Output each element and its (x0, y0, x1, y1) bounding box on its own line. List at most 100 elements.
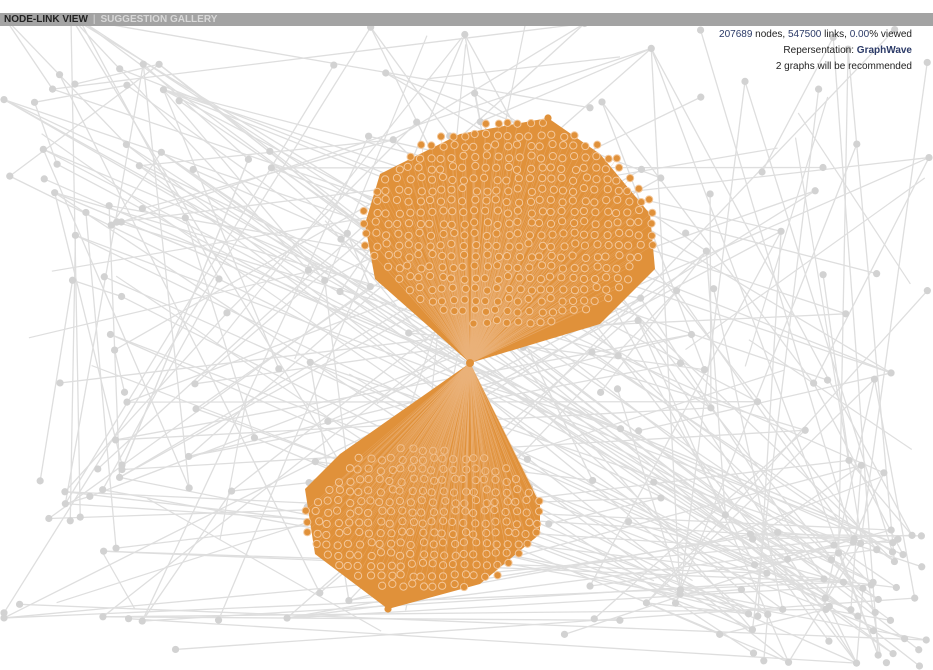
highlighted-node (625, 262, 634, 271)
background-node (106, 330, 115, 339)
nodes-label: nodes, (752, 29, 788, 40)
background-node (115, 473, 124, 482)
highlighted-node (492, 283, 501, 293)
background-node (283, 614, 291, 622)
highlighted-node (547, 130, 556, 139)
highlighted-node (481, 163, 490, 172)
background-node (266, 147, 274, 155)
highlighted-node (458, 197, 467, 206)
highlighted-node (536, 285, 545, 294)
highlighted-node (513, 308, 522, 317)
hub-node (466, 359, 474, 367)
background-node (389, 136, 397, 144)
highlighted-node (428, 207, 437, 216)
highlighted-node (492, 316, 502, 325)
highlighted-node (492, 241, 501, 251)
highlighted-node (548, 152, 557, 161)
view-tab-bar: NODE-LINK VIEW | SUGGESTION GALLERY (0, 13, 933, 26)
background-node (107, 221, 115, 229)
background-node (53, 160, 61, 168)
background-node (100, 547, 108, 555)
tab-suggestion-gallery[interactable]: SUGGESTION GALLERY (101, 14, 218, 25)
highlighted-node (581, 153, 590, 162)
highlighted-node (471, 153, 480, 162)
highlighted-node (513, 217, 522, 226)
background-node (873, 546, 881, 554)
highlighted-node (472, 538, 481, 547)
highlighted-node (483, 142, 492, 151)
highlighted-node (614, 186, 623, 195)
highlighted-node (626, 253, 635, 262)
highlighted-node (582, 173, 592, 182)
highlighted-node (603, 231, 612, 240)
background-node (842, 310, 850, 318)
highlighted-node (634, 217, 643, 227)
highlighted-node (450, 140, 459, 149)
highlighted-node (470, 206, 479, 215)
highlighted-node (427, 165, 436, 174)
background-node (635, 427, 643, 435)
background-node (820, 575, 828, 583)
highlighted-node (581, 141, 590, 151)
highlighted-node (513, 229, 522, 238)
background-node (637, 165, 646, 173)
highlighted-node (381, 186, 390, 195)
background-node (215, 275, 223, 283)
highlighted-node (645, 195, 654, 204)
background-node (250, 434, 259, 442)
background-node (68, 276, 77, 284)
recommendation-line: 2 graphs will be recommended (719, 59, 912, 75)
highlighted-node (493, 220, 502, 230)
highlighted-node (502, 197, 511, 207)
background-node (830, 541, 838, 549)
highlighted-node (479, 173, 489, 182)
highlighted-node (570, 207, 579, 217)
highlighted-node (581, 305, 591, 314)
background-node (873, 270, 881, 278)
background-edge (128, 618, 857, 664)
highlighted-node (503, 132, 512, 141)
highlighted-node (335, 528, 344, 537)
highlighted-node (377, 571, 386, 580)
background-node (890, 557, 899, 566)
background-node (700, 366, 709, 374)
highlighted-node (515, 132, 524, 142)
highlighted-node (505, 231, 514, 240)
highlighted-node (459, 241, 468, 251)
highlighted-node (384, 220, 393, 229)
highlighted-node (448, 175, 457, 185)
background-node (741, 77, 749, 86)
highlighted-node (503, 306, 512, 316)
highlighted-node (458, 306, 467, 315)
highlighted-node (415, 283, 424, 292)
highlighted-node (404, 240, 413, 249)
highlighted-node (471, 195, 480, 204)
background-edge (794, 137, 881, 655)
background-node (839, 578, 848, 586)
highlighted-node (416, 294, 425, 304)
highlighted-node (459, 151, 468, 160)
highlighted-node (612, 154, 621, 163)
background-node (810, 379, 818, 387)
highlighted-node (505, 284, 514, 294)
background-node (523, 455, 532, 463)
background-node (337, 235, 345, 243)
tab-node-link-view[interactable]: NODE-LINK VIEW (4, 14, 88, 25)
background-node (598, 98, 606, 106)
background-node (586, 104, 594, 112)
highlighted-node (450, 306, 459, 316)
highlighted-node (601, 165, 610, 174)
highlighted-node (494, 152, 503, 161)
background-node (71, 231, 80, 239)
highlighted-node (359, 206, 368, 216)
background-node (94, 465, 102, 473)
highlighted-node (538, 308, 547, 317)
highlighted-node (602, 195, 611, 205)
background-node (189, 165, 197, 174)
highlighted-node (471, 161, 480, 171)
highlighted-node (493, 131, 503, 140)
representation-value: GraphWave (856, 45, 912, 56)
node-link-canvas[interactable] (0, 13, 933, 670)
highlighted-node (580, 264, 589, 273)
highlighted-node (394, 229, 403, 238)
